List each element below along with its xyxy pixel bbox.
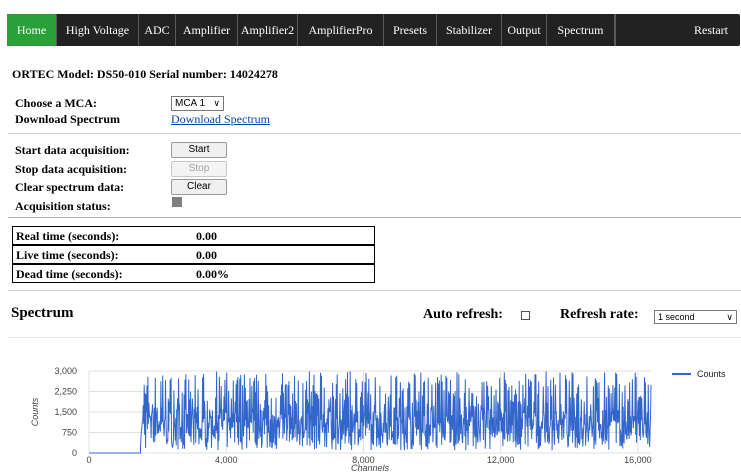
legend-label-counts: Counts	[697, 369, 726, 379]
dead-time-value: 0.00%	[196, 267, 229, 281]
device-info: ORTEC Model: DS50-010 Serial number: 140…	[12, 67, 278, 81]
divider	[8, 337, 741, 338]
real-time-value: 0.00	[196, 229, 217, 243]
chevron-down-icon: ∨	[726, 312, 733, 322]
refresh-rate-label: Refresh rate:	[560, 307, 639, 322]
nav-item-amplifier[interactable]: Amplifier	[176, 14, 238, 46]
y-tick-label: 0	[72, 448, 77, 458]
x-tick-label: 16,000	[624, 455, 652, 465]
divider	[8, 217, 741, 218]
real-time-row: Real time (seconds): 0.00	[12, 226, 375, 245]
nav-item-adc[interactable]: ADC	[139, 14, 176, 46]
spectrum-chart: 07501,5002,2503,0000 4,000 8,000 12,000 16,0…	[30, 366, 726, 473]
start-button[interactable]: Start	[171, 142, 227, 158]
auto-refresh-checkbox[interactable]	[521, 311, 530, 320]
y-axis-label: Counts	[30, 397, 40, 426]
nav-item-spectrum[interactable]: Spectrum	[547, 14, 615, 46]
nav-item-amplifier2[interactable]: Amplifier2	[238, 14, 298, 46]
mca-select[interactable]: MCA 1 ∨	[171, 96, 224, 111]
refresh-rate-select[interactable]: 1 second ∨	[654, 310, 737, 324]
divider	[8, 290, 741, 291]
x-tick-label: 0	[86, 455, 91, 465]
download-spectrum-label: Download Spectrum	[15, 112, 121, 126]
clear-spectrum-label: Clear spectrum data:	[15, 180, 125, 194]
nav-item-home[interactable]: Home	[7, 14, 57, 46]
live-time-value: 0.00	[196, 248, 217, 262]
x-tick-label: 12,000	[487, 455, 515, 465]
clear-button[interactable]: Clear	[171, 179, 227, 195]
nav-item-output[interactable]: Output	[502, 14, 547, 46]
nav-item-restart[interactable]: Restart	[615, 14, 740, 46]
stop-acquisition-label: Stop data acquisition:	[15, 162, 128, 176]
y-tick-label: 3,000	[54, 366, 77, 376]
stop-button[interactable]: Stop	[171, 161, 227, 177]
choose-mca-label: Choose a MCA:	[15, 96, 97, 110]
live-time-label: Live time (seconds):	[16, 248, 119, 262]
nav-item-high-voltage[interactable]: High Voltage	[57, 14, 139, 46]
nav-item-amplifierpro[interactable]: AmplifierPro	[298, 14, 384, 46]
x-axis-label: Channels	[351, 463, 390, 473]
divider	[8, 133, 741, 134]
y-tick-label: 750	[62, 428, 77, 438]
real-time-label: Real time (seconds):	[16, 229, 120, 243]
nav-item-presets[interactable]: Presets	[384, 14, 437, 46]
download-spectrum-link[interactable]: Download Spectrum	[171, 112, 270, 127]
nav-item-stabilizer[interactable]: Stabilizer	[437, 14, 502, 46]
dead-time-label: Dead time (seconds):	[16, 267, 123, 281]
nav-bar: Home High Voltage ADC Amplifier Amplifier2 Am…	[7, 14, 740, 46]
dead-time-row: Dead time (seconds): 0.00%	[12, 264, 375, 283]
auto-refresh-label: Auto refresh:	[423, 307, 503, 322]
acquisition-status-label: Acquisition status:	[15, 199, 111, 213]
series-line-counts	[89, 371, 652, 454]
x-tick-label: 4,000	[215, 455, 238, 465]
acquisition-status-indicator	[172, 197, 182, 207]
start-acquisition-label: Start data acquisition:	[15, 143, 130, 157]
y-tick-label: 2,250	[54, 387, 77, 397]
live-time-row: Live time (seconds): 0.00	[12, 245, 375, 264]
mca-select-value: MCA 1	[175, 98, 206, 109]
refresh-rate-value: 1 second	[658, 312, 695, 322]
spectrum-title: Spectrum	[11, 305, 74, 321]
chevron-down-icon: ∨	[213, 98, 220, 108]
y-tick-label: 1,500	[54, 407, 77, 417]
